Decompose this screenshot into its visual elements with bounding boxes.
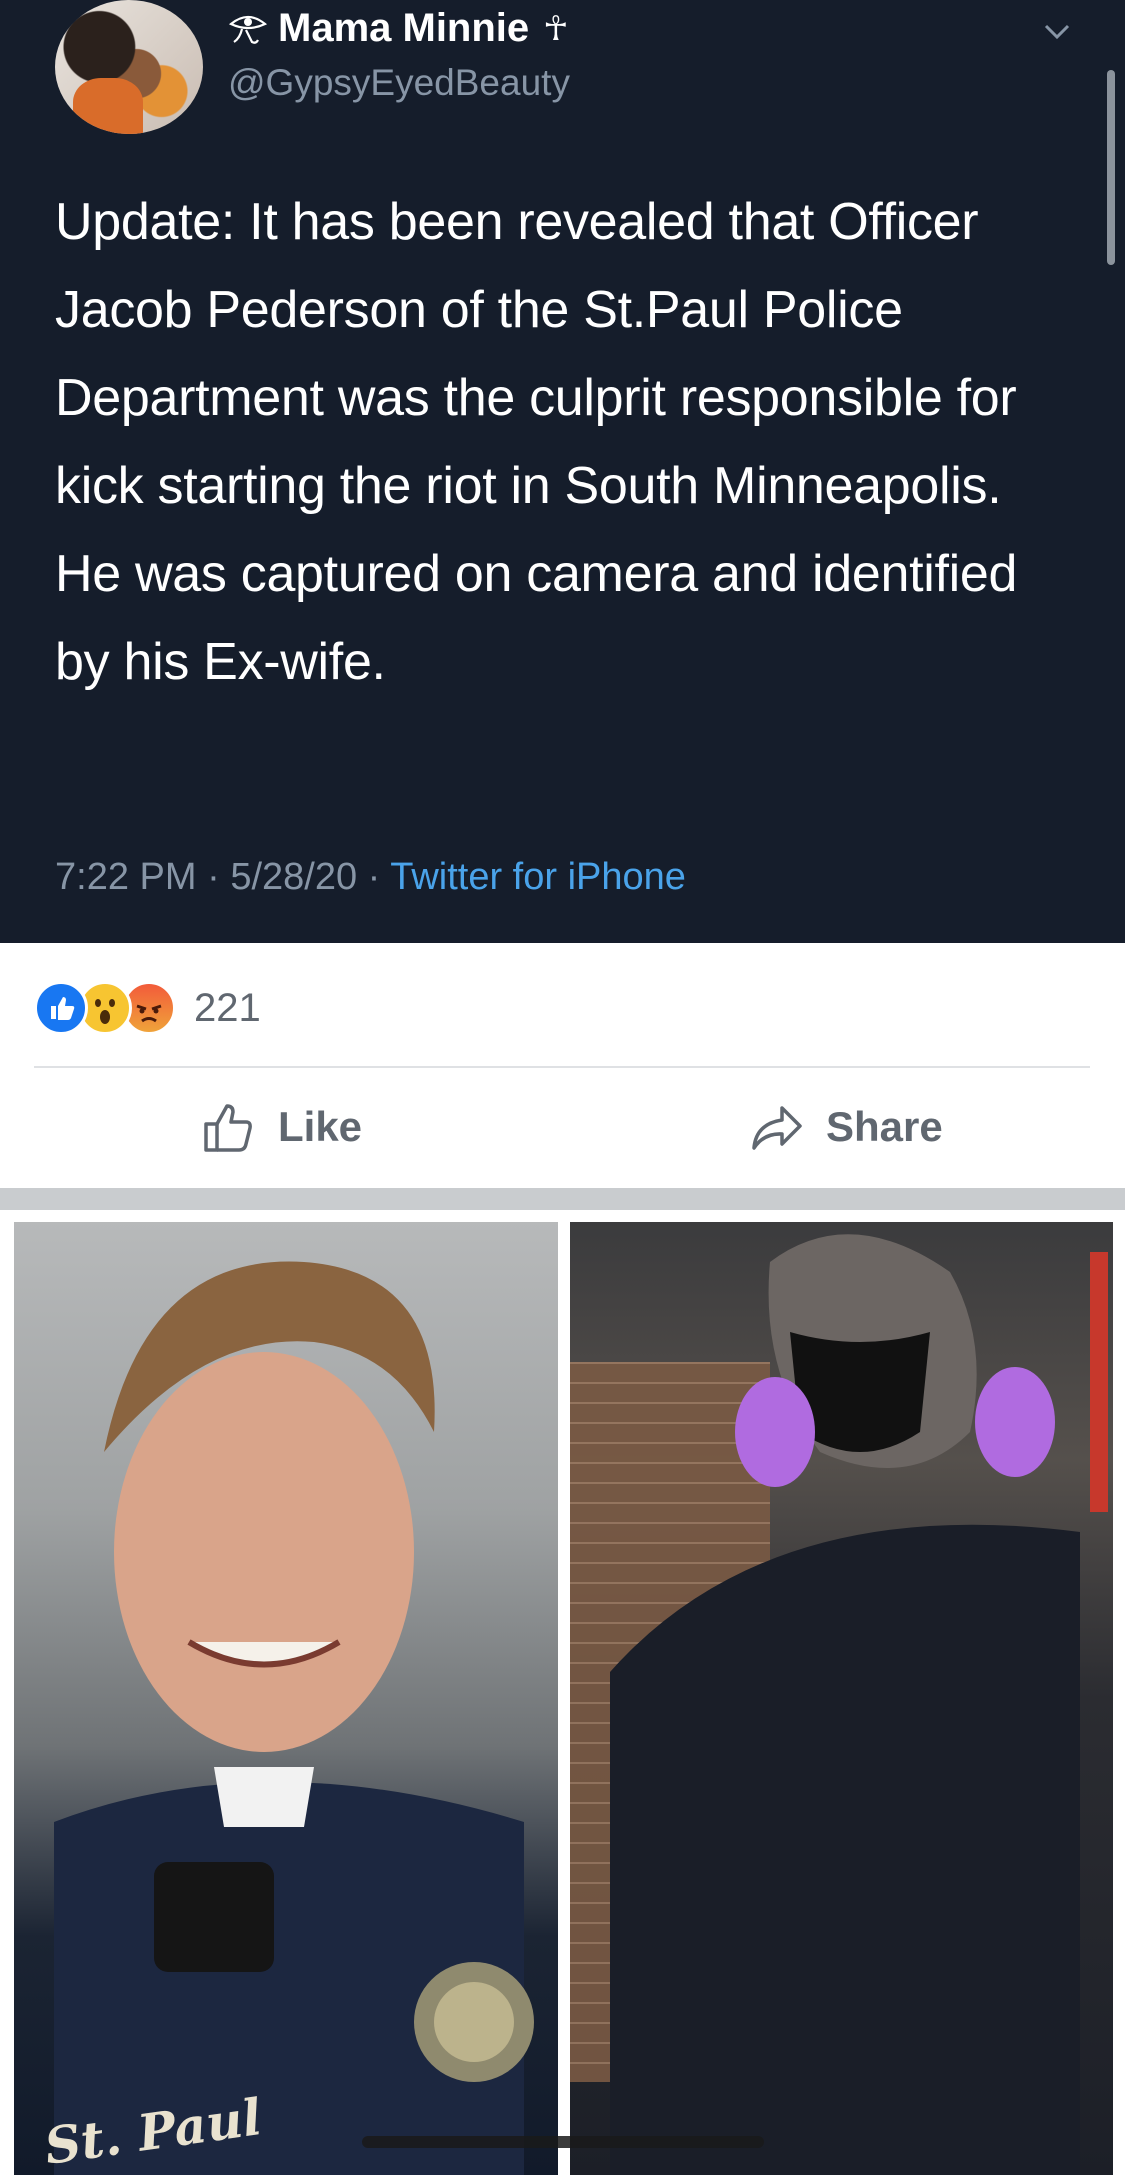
like-button[interactable]: Like <box>200 1098 362 1156</box>
reactions-summary[interactable]: 221 <box>34 978 261 1038</box>
officer-portrait-image <box>54 1261 534 2175</box>
share-label: Share <box>826 1103 943 1150</box>
tweet-source-link[interactable]: Twitter for iPhone <box>390 856 686 898</box>
share-button[interactable]: Share <box>748 1098 943 1156</box>
tweet-meta: 7:22 PM · 5/28/20 · Twitter for iPhone <box>55 856 686 899</box>
reaction-count: 221 <box>194 985 261 1030</box>
like-label: Like <box>278 1103 363 1150</box>
user-avatar[interactable] <box>55 0 203 134</box>
section-separator <box>0 1188 1125 1210</box>
eye-of-horus-icon <box>228 15 268 44</box>
home-indicator <box>362 2136 764 2148</box>
ankh-icon: ☥ <box>543 9 569 48</box>
meta-separator: · <box>207 856 220 898</box>
scrollbar[interactable] <box>1107 70 1115 265</box>
tweet-time: 7:22 PM <box>55 856 197 898</box>
user-handle[interactable]: @GypsyEyedBeauty <box>228 62 570 104</box>
photo-right-masked-man <box>570 1222 1113 2175</box>
meta-separator: · <box>367 856 381 898</box>
tweet-text: Update: It has been revealed that Office… <box>55 193 1018 691</box>
chevron-down-icon[interactable] <box>1040 14 1074 48</box>
masked-man-image <box>610 1234 1108 2175</box>
post-photo[interactable]: St. Paul <box>0 1210 1125 2175</box>
display-name[interactable]: Mama Minnie <box>278 6 529 51</box>
thumbs-up-icon <box>204 1104 252 1152</box>
user-name-row: Mama Minnie ☥ <box>228 6 569 51</box>
tweet-card: Mama Minnie ☥ @GypsyEyedBeauty Update: I… <box>0 0 1125 943</box>
action-bar: Like Share <box>0 1068 1125 1188</box>
photo-left-officer: St. Paul <box>14 1222 558 2175</box>
tweet-date: 5/28/20 <box>230 856 358 898</box>
share-arrow-icon <box>752 1106 802 1150</box>
like-icon <box>34 981 88 1035</box>
